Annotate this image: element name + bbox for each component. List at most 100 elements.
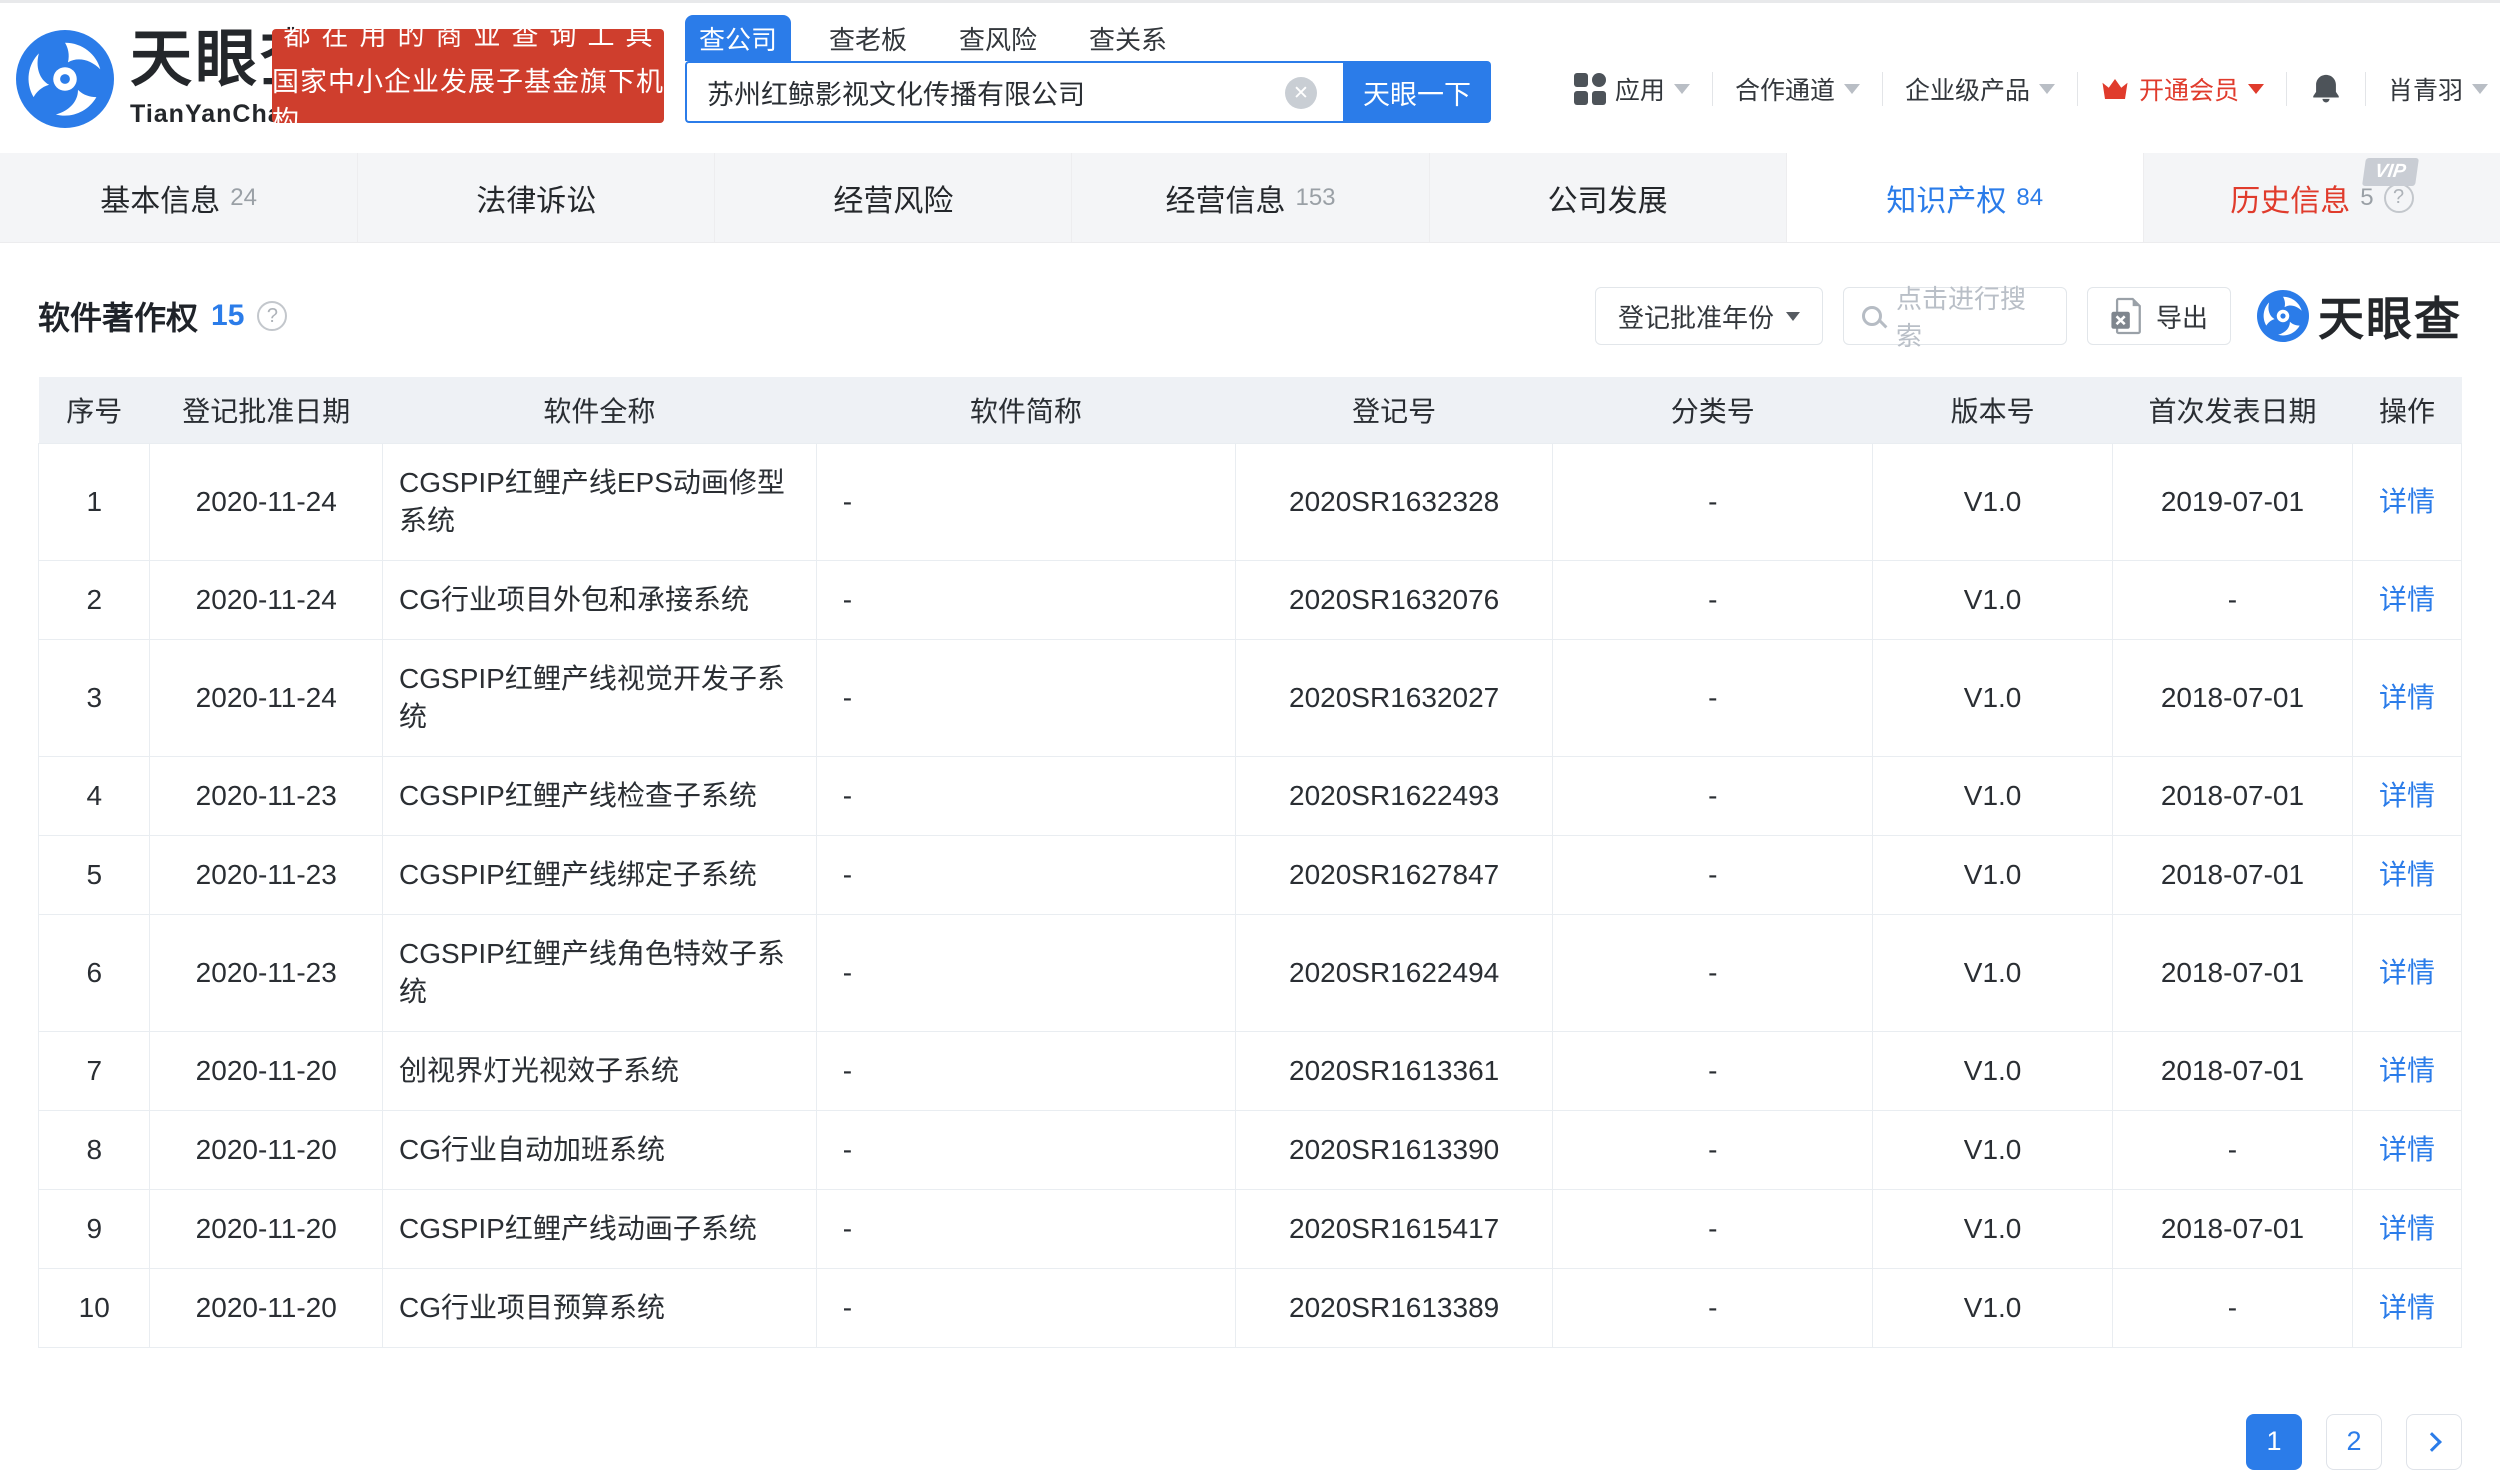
chevron-down-icon — [1786, 312, 1800, 321]
divider — [1712, 72, 1713, 106]
detail-link[interactable]: 详情 — [2379, 1134, 2435, 1165]
table-cell: 2018-07-01 — [2113, 639, 2353, 756]
search-tab-relation[interactable]: 查关系 — [1075, 15, 1181, 61]
table-cell: - — [1553, 443, 1873, 560]
table-cell-action: 详情 — [2352, 1110, 2461, 1189]
main-search: ✕ 天眼一下 — [685, 61, 1491, 123]
table-cell: 2020-11-20 — [150, 1031, 383, 1110]
tab-intellectual-property[interactable]: 知识产权84 — [1786, 153, 2143, 242]
top-nav: 应用 合作通道 企业级产品 开通会员 — [1574, 65, 2488, 113]
nav-enterprise[interactable]: 企业级产品 — [1905, 71, 2055, 107]
table-cell: 2020SR1615417 — [1235, 1189, 1552, 1268]
search-tab-boss[interactable]: 查老板 — [815, 15, 921, 61]
table-cell-action: 详情 — [2352, 756, 2461, 835]
section-count: 15 — [211, 299, 244, 333]
table-cell: - — [1553, 1110, 1873, 1189]
page-button-1[interactable]: 1 — [2246, 1414, 2302, 1470]
detail-link[interactable]: 详情 — [2379, 859, 2435, 890]
table-cell: 2020SR1613361 — [1235, 1031, 1552, 1110]
table-cell: CG行业项目预算系统 — [383, 1268, 817, 1347]
help-icon[interactable]: ? — [2384, 183, 2414, 213]
detail-link[interactable]: 详情 — [2379, 584, 2435, 615]
table-cell: - — [1553, 914, 1873, 1031]
table-cell: - — [2113, 1268, 2353, 1347]
table-cell: - — [816, 1268, 1235, 1347]
table-cell: - — [816, 756, 1235, 835]
table-cell: - — [1553, 1189, 1873, 1268]
table-cell: V1.0 — [1873, 756, 2113, 835]
export-button[interactable]: 导出 — [2087, 287, 2231, 345]
banner-line1: 都在用的商业查询工具 — [273, 14, 664, 53]
table-cell-action: 详情 — [2352, 914, 2461, 1031]
tab-history-info[interactable]: VIP 历史信息5 ? — [2143, 153, 2500, 242]
next-page-button[interactable] — [2406, 1414, 2462, 1470]
table-cell: 2020-11-20 — [150, 1268, 383, 1347]
detail-link[interactable]: 详情 — [2379, 486, 2435, 517]
table-cell: V1.0 — [1873, 1189, 2113, 1268]
site-header: 天眼查 TianYanCha.com 都在用的商业查询工具 国家中小企业发展子基… — [0, 3, 2500, 153]
nav-user[interactable]: 肖青羽 — [2388, 71, 2488, 107]
nav-open-membership[interactable]: 开通会员 — [2100, 71, 2264, 107]
search-scope-tabs: 查公司 查老板 查风险 查关系 — [685, 15, 1181, 61]
tab-company-development[interactable]: 公司发展 — [1429, 153, 1786, 242]
table-cell: 2020SR1632076 — [1235, 560, 1552, 639]
table-cell: 2020SR1613390 — [1235, 1110, 1552, 1189]
crown-icon — [2100, 76, 2130, 102]
divider — [2077, 72, 2078, 106]
clear-search-icon[interactable]: ✕ — [1285, 77, 1317, 109]
nav-partner[interactable]: 合作通道 — [1735, 71, 1860, 107]
tab-basic-info[interactable]: 基本信息24 — [0, 153, 357, 242]
nav-apps[interactable]: 应用 — [1574, 71, 1690, 107]
divider — [1882, 72, 1883, 106]
table-cell: - — [1553, 560, 1873, 639]
vip-badge: VIP — [2362, 158, 2419, 186]
table-cell: - — [2113, 560, 2353, 639]
table-cell: 2020SR1622494 — [1235, 914, 1552, 1031]
table-cell: 2020SR1627847 — [1235, 835, 1552, 914]
table-cell: 10 — [39, 1268, 150, 1347]
table-cell: 2020-11-20 — [150, 1189, 383, 1268]
search-icon — [1862, 306, 1882, 326]
table-cell: 2020-11-20 — [150, 1110, 383, 1189]
tab-legal-litigation[interactable]: 法律诉讼 — [357, 153, 714, 242]
table-cell: - — [1553, 639, 1873, 756]
table-cell: - — [816, 1031, 1235, 1110]
table-cell: 5 — [39, 835, 150, 914]
detail-link[interactable]: 详情 — [2379, 1055, 2435, 1086]
search-submit-button[interactable]: 天眼一下 — [1343, 61, 1491, 123]
table-cell: - — [816, 914, 1235, 1031]
table-cell: 2 — [39, 560, 150, 639]
table-cell: 2020SR1622493 — [1235, 756, 1552, 835]
page-button-2[interactable]: 2 — [2326, 1414, 2382, 1470]
year-filter-dropdown[interactable]: 登记批准年份 — [1595, 287, 1823, 345]
chevron-down-icon — [2248, 84, 2264, 94]
table-cell: V1.0 — [1873, 1110, 2113, 1189]
table-cell: CGSPIP红鲤产线绑定子系统 — [383, 835, 817, 914]
help-icon[interactable]: ? — [257, 301, 287, 331]
table-cell: V1.0 — [1873, 835, 2113, 914]
apps-grid-icon — [1574, 73, 1606, 105]
detail-link[interactable]: 详情 — [2379, 1292, 2435, 1323]
detail-link[interactable]: 详情 — [2379, 1213, 2435, 1244]
bell-icon — [2309, 71, 2343, 107]
table-cell: - — [1553, 835, 1873, 914]
table-row: 62020-11-23CGSPIP红鲤产线角色特效子系统-2020SR16224… — [39, 914, 2462, 1031]
search-tab-company[interactable]: 查公司 — [685, 15, 791, 61]
notification-bell[interactable] — [2309, 71, 2343, 107]
search-input[interactable] — [685, 61, 1343, 123]
detail-link[interactable]: 详情 — [2379, 957, 2435, 988]
table-cell: V1.0 — [1873, 1268, 2113, 1347]
table-search-input[interactable]: 点击进行搜索 — [1843, 287, 2067, 345]
table-cell: 2020-11-24 — [150, 443, 383, 560]
table-cell: CGSPIP红鲤产线动画子系统 — [383, 1189, 817, 1268]
chevron-right-icon — [2422, 1432, 2442, 1452]
table-row: 42020-11-23CGSPIP红鲤产线检查子系统-2020SR1622493… — [39, 756, 2462, 835]
table-cell: 2019-07-01 — [2113, 443, 2353, 560]
search-tab-risk[interactable]: 查风险 — [945, 15, 1051, 61]
tab-business-info[interactable]: 经营信息153 — [1071, 153, 1428, 242]
table-cell: 9 — [39, 1189, 150, 1268]
tab-business-risk[interactable]: 经营风险 — [714, 153, 1071, 242]
table-cell: 2018-07-01 — [2113, 1189, 2353, 1268]
detail-link[interactable]: 详情 — [2379, 682, 2435, 713]
detail-link[interactable]: 详情 — [2379, 780, 2435, 811]
